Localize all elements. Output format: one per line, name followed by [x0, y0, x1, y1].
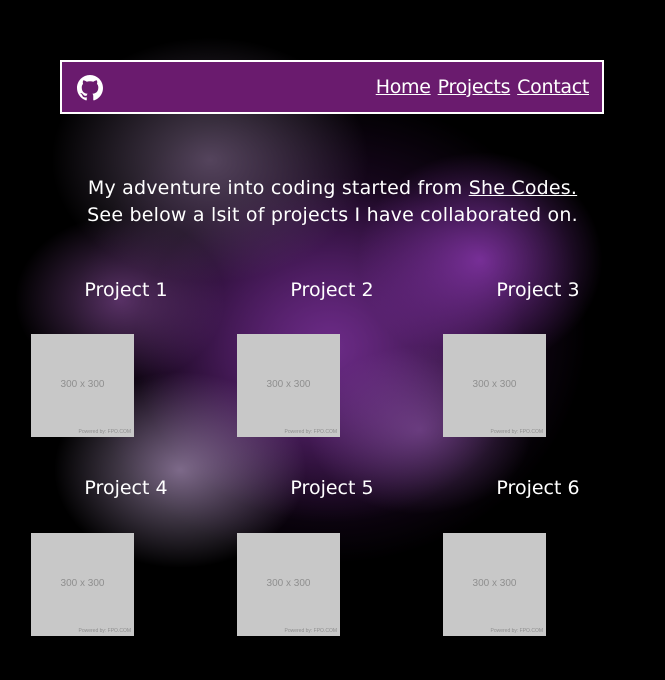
project-6-image[interactable]: 300 x 300 Powered by: FPO.COM [443, 533, 546, 636]
intro-text: My adventure into coding started from Sh… [0, 175, 665, 229]
project-4-title: Project 4 [84, 477, 168, 499]
project-6-title: Project 6 [496, 477, 580, 499]
nav-projects-link[interactable]: Projects [438, 75, 511, 99]
project-4-image[interactable]: 300 x 300 Powered by: FPO.COM [31, 533, 134, 636]
project-2-image[interactable]: 300 x 300 Powered by: FPO.COM [237, 334, 340, 437]
github-icon[interactable] [77, 75, 103, 101]
project-1-title: Project 1 [84, 279, 168, 301]
project-5-image[interactable]: 300 x 300 Powered by: FPO.COM [237, 533, 340, 636]
she-codes-link[interactable]: She Codes. [469, 177, 577, 199]
intro-line-1: My adventure into coding started from Sh… [87, 177, 578, 199]
project-2-title: Project 2 [290, 279, 374, 301]
project-5-title: Project 5 [290, 477, 374, 499]
nav-contact-link[interactable]: Contact [517, 75, 589, 99]
navbar: Home Projects Contact [60, 60, 604, 114]
intro-line-2: See below a lsit of projects I have coll… [87, 204, 578, 226]
nav-home-link[interactable]: Home [376, 75, 431, 99]
project-3-image[interactable]: 300 x 300 Powered by: FPO.COM [443, 334, 546, 437]
project-3-title: Project 3 [496, 279, 580, 301]
nav-links: Home Projects Contact [376, 75, 590, 99]
project-1-image[interactable]: 300 x 300 Powered by: FPO.COM [31, 334, 134, 437]
